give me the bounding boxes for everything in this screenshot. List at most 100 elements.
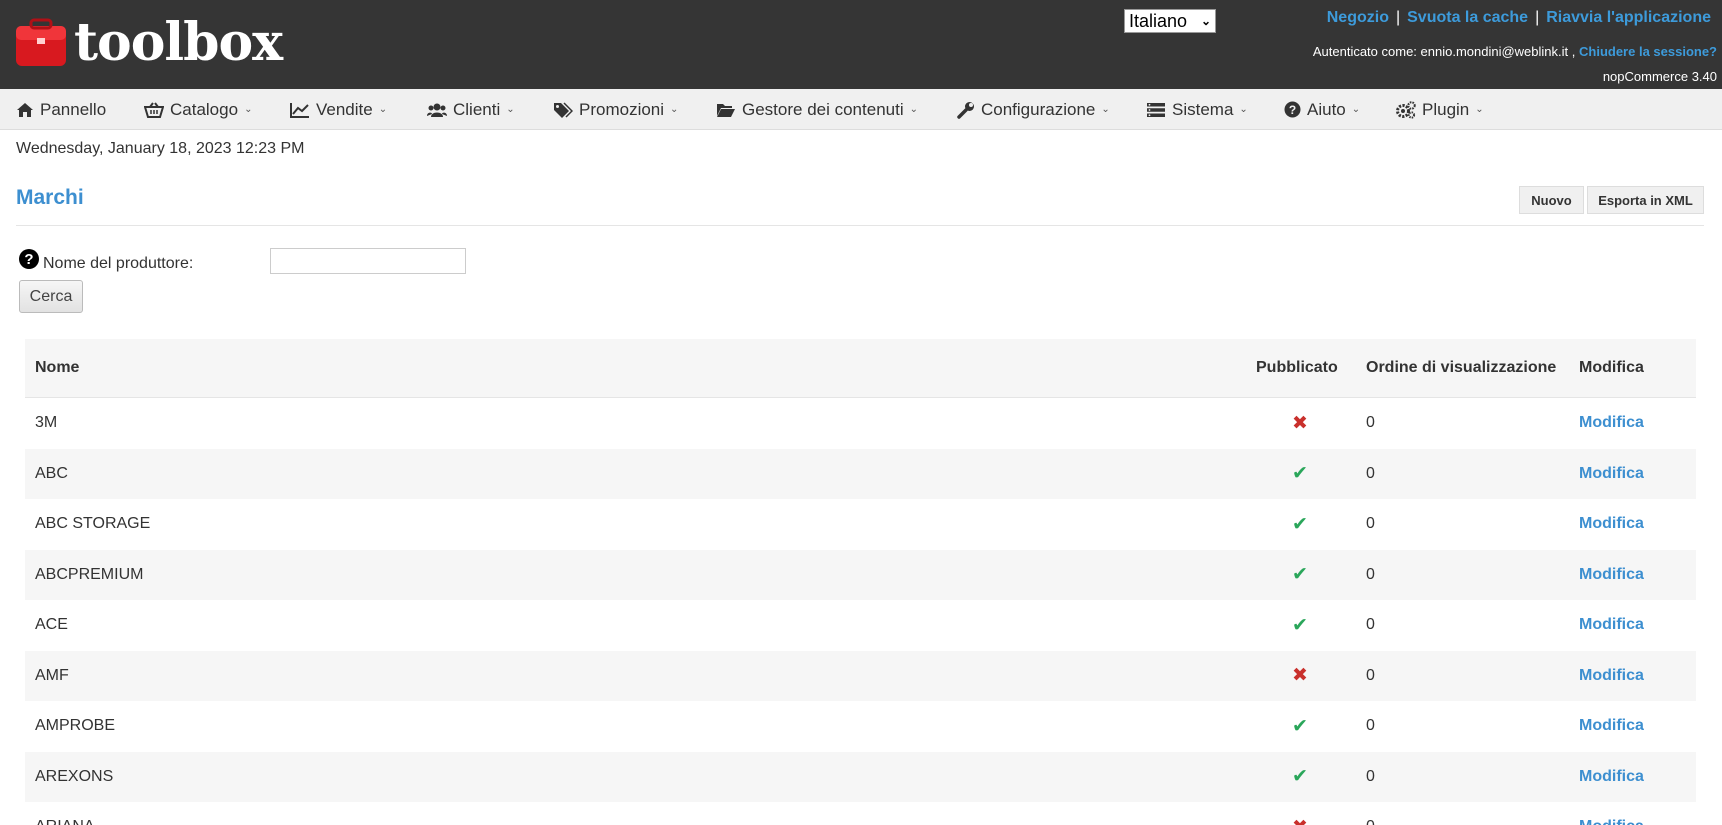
logout-link[interactable]: Chiudere la sessione? [1579,44,1717,59]
edit-link[interactable]: Modifica [1579,752,1644,803]
nav-item-configurazione[interactable]: Configurazione ⌄ [957,89,1110,130]
line-chart-icon [290,102,310,118]
nav-label: Gestore dei contenuti [742,99,904,119]
nav-label: Sistema [1172,99,1234,119]
chevron-down-icon: ⌄ [1101,104,1110,115]
version-label: nopCommerce 3.40 [1602,69,1717,84]
language-select[interactable]: Italiano ⌄ [1124,9,1216,33]
nav-item-promozioni[interactable]: Promozioni ⌄ [553,89,678,130]
nav-label: Aiuto [1307,99,1346,119]
store-link[interactable]: Negozio [1327,9,1389,26]
wrench-icon [957,101,975,119]
folder-open-icon [716,102,736,118]
manufacturer-name: AMF [35,666,69,684]
display-order: 0 [1366,414,1375,432]
chevron-down-icon: ⌄ [670,104,679,115]
edit-link[interactable]: Modifica [1579,651,1644,702]
table-row: ABC ✔ 0 Modifica [25,448,1696,500]
edit-link[interactable]: Modifica [1579,600,1644,651]
top-header: toolbox Italiano ⌄ Negozio | Svuota la cac… [0,0,1722,89]
column-header-display-order[interactable]: Ordine di visualizzazione [1366,359,1556,377]
manufacturer-name: ABC [35,464,68,482]
current-date: Wednesday, January 18, 2023 12:23 PM [16,140,305,157]
nav-item-gestore-contenuti[interactable]: Gestore dei contenuti ⌄ [716,89,918,130]
check-icon: ✔ [1292,463,1308,485]
check-icon: ✔ [1292,715,1308,737]
display-order: 0 [1366,616,1375,634]
manufacturer-name-label: Nome del produttore: [43,255,194,272]
question-circle-icon: ? [1284,101,1301,118]
display-order: 0 [1366,565,1375,583]
question-circle-icon[interactable]: ? [19,249,39,269]
nav-label: Plugin [1422,99,1470,119]
server-icon [1146,102,1166,118]
nav-label: Pannello [40,99,107,119]
display-order: 0 [1366,717,1375,735]
nav-label: Clienti [453,99,501,119]
check-icon: ✔ [1292,766,1308,788]
nav-item-aiuto[interactable]: ? Aiuto ⌄ [1284,89,1360,130]
display-order: 0 [1366,767,1375,785]
manufacturer-name: ARIANA [35,802,95,825]
chevron-down-icon: ⌄ [909,104,918,115]
table-body: 3M ✖ 0 Modifica ABC ✔ 0 Modifica ABC STORAGE ✔ 0 Mo… [25,398,1696,825]
nav-label: Promozioni [579,99,665,119]
page-title: Marchi [16,186,84,209]
users-icon [427,102,447,118]
clear-cache-link[interactable]: Svuota la cache [1407,9,1528,26]
table-row: AREXONS ✔ 0 Modifica [25,751,1696,803]
display-order: 0 [1366,666,1375,684]
new-button[interactable]: Nuovo [1519,186,1584,214]
nav-item-pannello[interactable]: Pannello [16,89,106,130]
svg-text:?: ? [1289,103,1296,117]
export-xml-button[interactable]: Esporta in XML [1587,186,1704,214]
edit-link[interactable]: Modifica [1579,449,1644,500]
nav-item-catalogo[interactable]: Catalogo ⌄ [144,89,252,130]
edit-link[interactable]: Modifica [1579,802,1644,825]
chevron-down-icon: ⌄ [506,104,515,115]
check-icon: ✔ [1292,564,1308,586]
edit-link[interactable]: Modifica [1579,550,1644,601]
restart-app-link[interactable]: Riavvia l'applicazione [1546,9,1711,26]
table-row: ACE ✔ 0 Modifica [25,600,1696,651]
manufacturer-name-input[interactable] [270,248,466,274]
home-icon [16,102,34,118]
cross-icon: ✖ [1292,412,1308,434]
nav-item-clienti[interactable]: Clienti ⌄ [427,89,515,130]
table-row: AMF ✖ 0 Modifica [25,650,1696,702]
chevron-down-icon: ⌄ [1200,14,1211,28]
basket-icon [144,101,164,118]
table-row: ABCPREMIUM ✔ 0 Modifica [25,549,1696,601]
manufacturer-name: ABC STORAGE [35,515,151,533]
logo[interactable]: toolbox [15,12,283,73]
table-row: AMPROBE ✔ 0 Modifica [25,701,1696,752]
table-row: 3M ✖ 0 Modifica [25,398,1696,449]
manufacturer-name: 3M [35,414,58,432]
language-select-value: Italiano [1129,10,1188,31]
toolbox-logo-icon [16,18,66,66]
top-links: Negozio | Svuota la cache | Riavvia l'applic… [1326,9,1711,26]
auth-text: Autenticato come: ennio.mondini@weblink.… [1312,44,1576,59]
manufacturers-table: Nome Pubblicato Ordine di visualizzazion… [25,339,1696,825]
logo-text: toolbox [74,12,283,73]
nav-item-vendite[interactable]: Vendite ⌄ [290,89,387,130]
search-button[interactable]: Cerca [19,280,83,313]
cross-icon: ✖ [1292,665,1308,687]
display-order: 0 [1366,515,1375,533]
edit-link[interactable]: Modifica [1579,499,1644,550]
display-order: 0 [1366,802,1375,825]
nav-item-sistema[interactable]: Sistema ⌄ [1146,89,1248,130]
edit-link[interactable]: Modifica [1579,398,1644,449]
check-icon: ✔ [1292,614,1308,636]
title-divider [16,225,1704,226]
column-header-edit: Modifica [1579,359,1644,376]
column-header-name[interactable]: Nome [35,359,79,377]
edit-link[interactable]: Modifica [1579,701,1644,752]
column-header-published[interactable]: Pubblicato [1256,359,1338,377]
manufacturer-name: AREXONS [35,767,114,785]
table-row: ABC STORAGE ✔ 0 Modifica [25,499,1696,550]
nav-label: Configurazione [981,99,1096,119]
nav-item-plugin[interactable]: Plugin ⌄ [1396,89,1484,130]
nav-label: Vendite [316,99,373,119]
chevron-down-icon: ⌄ [378,104,388,115]
